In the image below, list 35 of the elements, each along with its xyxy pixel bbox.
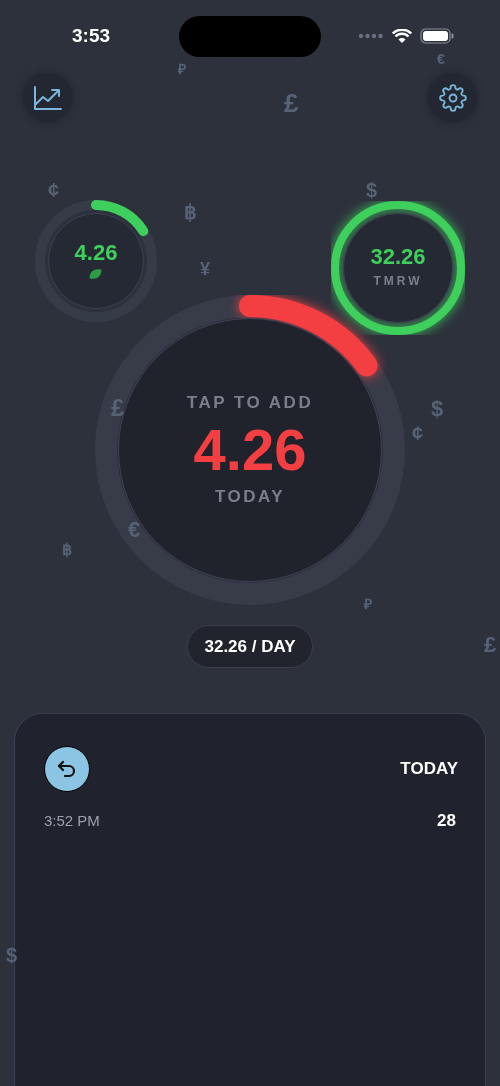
battery-icon [420, 28, 454, 44]
trend-chart-icon [32, 84, 63, 111]
currency-symbol: £ [284, 90, 299, 116]
entry-amount: 28 [437, 810, 456, 832]
signal-icon [358, 33, 384, 39]
entry-time: 3:52 PM [44, 810, 100, 831]
currency-symbol: ¢ [412, 423, 424, 443]
settings-button[interactable] [428, 73, 477, 122]
undo-button[interactable] [44, 746, 90, 792]
status-time: 3:53 [72, 23, 111, 48]
settings-icon [438, 83, 467, 112]
currency-symbol: ¢ [48, 180, 60, 200]
currency-symbol: ฿ [184, 202, 197, 222]
ring-face[interactable]: 32.26 TMRW [343, 213, 453, 323]
ring-value: 4.26 [74, 242, 118, 264]
currency-symbol: $ [6, 945, 18, 965]
currency-symbol: ฿ [62, 542, 72, 558]
currency-symbol: £ [484, 634, 497, 656]
dial-value: 4.26 [193, 419, 307, 481]
ring-label: TMRW [373, 273, 423, 290]
leaf-icon [89, 268, 103, 280]
currency-symbol: ₽ [364, 597, 372, 611]
currency-symbol: ¥ [200, 260, 210, 278]
currency-symbol: $ [431, 398, 444, 420]
dial-hint: TAP TO ADD [186, 392, 314, 415]
daily-budget-pill: 32.26 / DAY [187, 625, 313, 668]
log-heading: TODAY [400, 758, 458, 781]
dial-label: TODAY [214, 486, 286, 509]
currency-symbol: € [128, 519, 141, 541]
currency-symbol: $ [366, 180, 378, 200]
stats-button[interactable] [23, 73, 72, 122]
currency-symbol: € [437, 52, 445, 66]
ring-value: 32.26 [370, 246, 426, 268]
wifi-icon [392, 28, 412, 44]
currency-symbol: ₽ [178, 62, 186, 76]
